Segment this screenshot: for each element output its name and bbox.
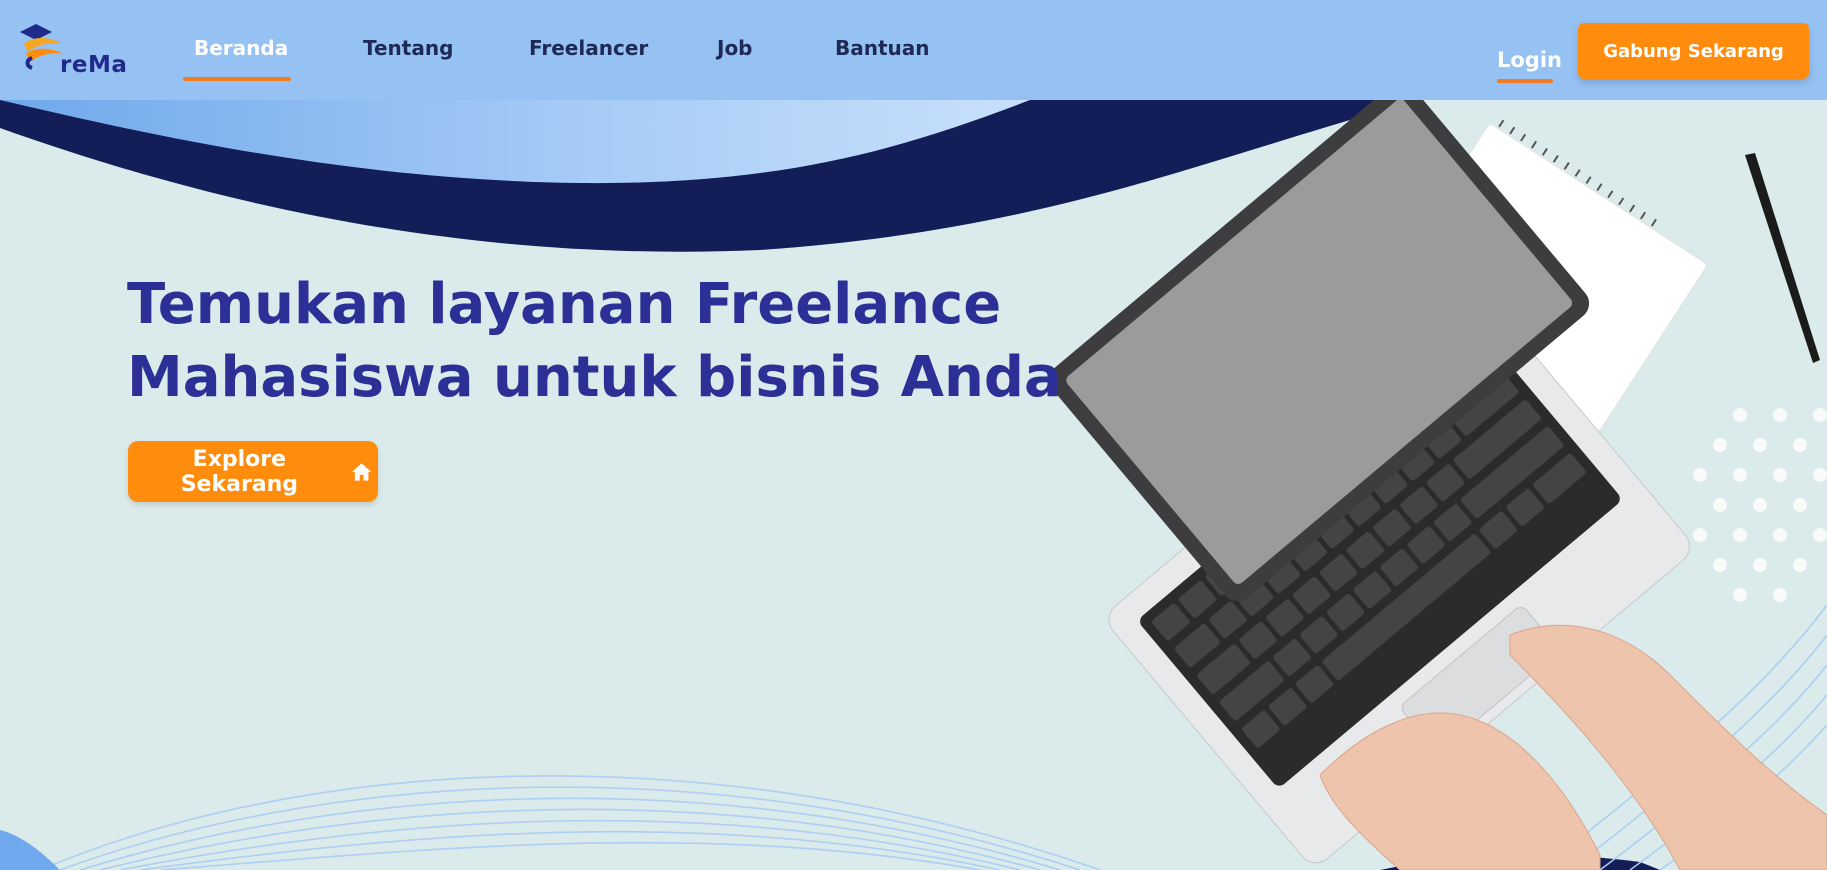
logo-text: reMa: [60, 52, 128, 78]
explore-now-button[interactable]: Explore Sekarang: [128, 441, 378, 502]
hero-headline: Temukan layanan Freelance Mahasiswa untu…: [127, 268, 1127, 414]
nav-item-tentang[interactable]: Tentang: [363, 36, 453, 60]
nav-item-beranda[interactable]: Beranda: [194, 36, 288, 60]
nav-item-job[interactable]: Job: [717, 36, 753, 60]
home-icon: [351, 462, 372, 481]
nav-item-bantuan[interactable]: Bantuan: [835, 36, 930, 60]
login-link[interactable]: Login: [1497, 48, 1562, 72]
hero-headline-line2: Mahasiswa untuk bisnis Anda: [127, 345, 1062, 410]
active-nav-underline: [183, 77, 291, 81]
nav-item-freelancer[interactable]: Freelancer: [529, 36, 648, 60]
top-navbar: reMa Beranda Tentang Freelancer Job Bant…: [0, 0, 1827, 100]
site-logo[interactable]: reMa: [18, 22, 127, 84]
dot-pattern: [1693, 408, 1827, 602]
hero-headline-line1: Temukan layanan Freelance: [127, 272, 1002, 337]
login-underline: [1497, 79, 1553, 83]
laptop-illustration: [1049, 95, 1827, 870]
explore-button-label: Explore Sekarang: [180, 446, 299, 497]
join-now-button[interactable]: Gabung Sekarang: [1578, 23, 1809, 79]
pen: [1745, 153, 1820, 363]
